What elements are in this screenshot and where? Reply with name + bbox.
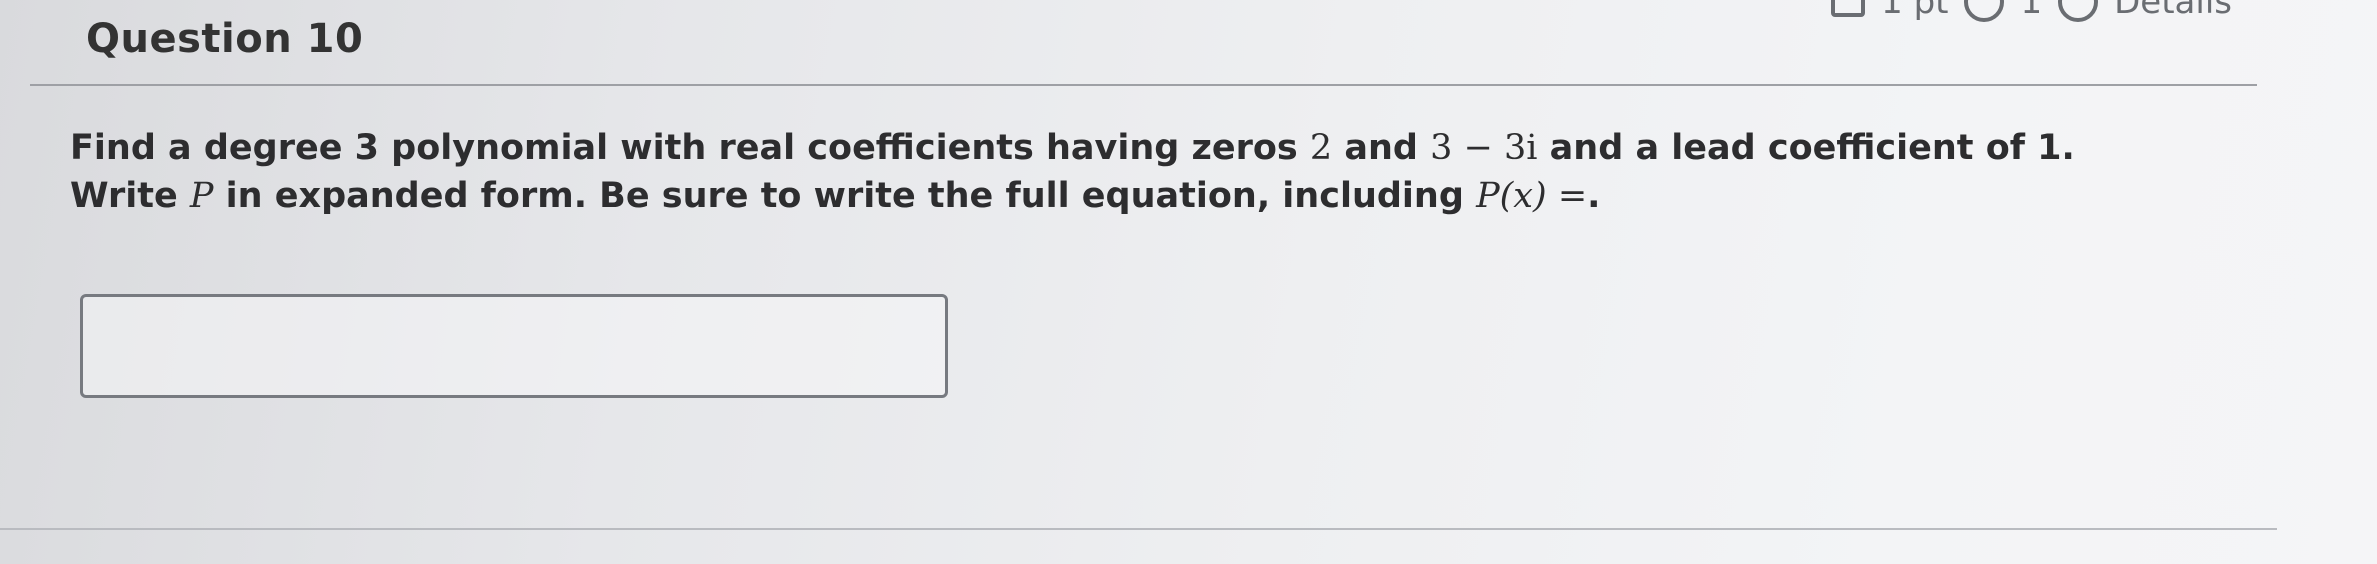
details-icon[interactable] <box>2058 0 2099 22</box>
retry-count: 1 <box>2020 0 2043 22</box>
answer-input[interactable] <box>80 294 948 398</box>
points-label: 1 pt <box>1881 0 1949 22</box>
variable-p: P <box>189 176 214 216</box>
prompt-line-2: Write P in expanded form. Be sure to wri… <box>70 172 2075 220</box>
calculator-icon[interactable] <box>1831 0 1866 17</box>
prompt-line-1: Find a degree 3 polynomial with real coe… <box>70 124 2075 172</box>
question-prompt: Find a degree 3 polynomial with real coe… <box>70 124 2075 220</box>
retry-icon[interactable] <box>1964 0 2005 22</box>
function-expression: P(x) = <box>1476 176 1588 216</box>
prompt-text: Find a degree 3 polynomial with real coe… <box>70 128 1310 168</box>
zero-1: 2 <box>1309 128 1333 168</box>
prompt-text: and <box>1332 128 1431 168</box>
bottom-divider <box>0 528 2277 530</box>
prompt-text: . <box>1587 176 1601 216</box>
header-tools: 1 pt 1 Details <box>1831 0 2232 22</box>
header-divider <box>30 84 2257 86</box>
prompt-text: in expanded form. Be sure to write the f… <box>213 176 1477 216</box>
details-link[interactable]: Details <box>2114 0 2232 22</box>
question-title: Question 10 <box>86 16 364 62</box>
prompt-text: and a lead coefficient of 1. <box>1537 128 2075 168</box>
prompt-text: Write <box>70 176 190 216</box>
zero-2: 3 − 3i <box>1430 128 1538 168</box>
